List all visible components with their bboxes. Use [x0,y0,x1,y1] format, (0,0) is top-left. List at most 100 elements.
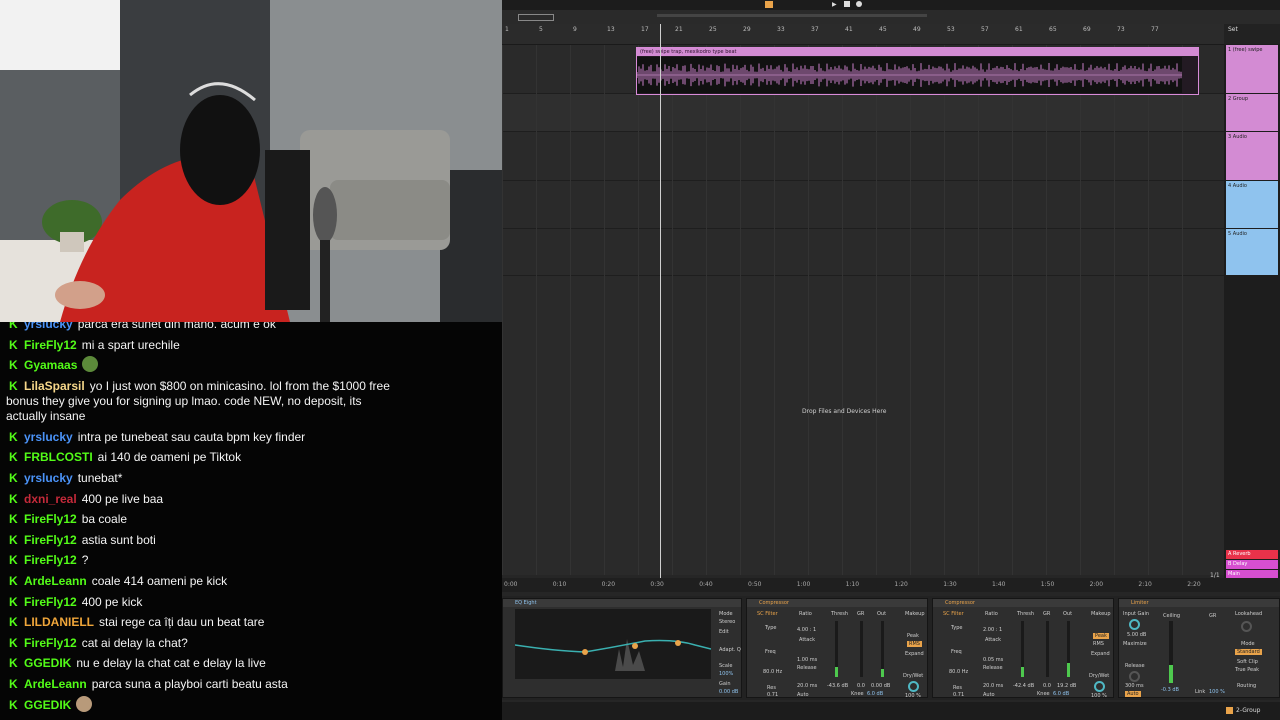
play-icon[interactable]: ▶ [832,1,837,8]
input-gain-value[interactable]: 5.00 dB [1127,632,1146,638]
true-peak-toggle[interactable]: True Peak [1235,667,1259,673]
ceiling-value[interactable]: -0.3 dB [1161,687,1179,693]
return-track-name[interactable]: Main [1228,571,1240,577]
chat-username[interactable]: yrslucky [24,322,73,331]
knee-value[interactable]: 6.0 dB [1053,691,1069,697]
return-track-header[interactable]: A Reverb [1226,550,1278,559]
chat-username[interactable]: Gyamaas [24,358,77,372]
maximize-button[interactable]: Maximize [1123,641,1147,647]
release-value[interactable]: 300 ms [1125,683,1144,689]
ceiling-meter[interactable] [1169,621,1173,683]
thresh-value[interactable]: -43.6 dB [827,683,848,689]
return-track-name[interactable]: A Reverb [1228,551,1251,557]
thresh-meter[interactable] [835,621,838,677]
attack-value[interactable]: 1.00 ms [797,657,817,663]
track-name[interactable]: 5 Audio [1228,231,1247,237]
out-value[interactable]: 19.2 dB [1057,683,1076,689]
compressor-device-1[interactable]: Compressor SC Filter Type Freq 80.0 Hz R… [746,598,928,699]
freq-value[interactable]: 80.0 Hz [949,669,968,675]
track-header[interactable]: 2 Group [1226,94,1278,131]
chat-username[interactable]: FireFly12 [24,553,77,567]
out-meter[interactable] [1067,621,1070,677]
out-meter[interactable] [881,621,884,677]
makeup-label[interactable]: Makeup [905,611,925,617]
loop-brace[interactable] [518,14,554,21]
chat-username[interactable]: FireFly12 [24,533,77,547]
chat-username[interactable]: FireFly12 [24,512,77,526]
eq-scale-value[interactable]: 100% [719,671,733,677]
eq-curve-display[interactable] [515,609,711,679]
peak-toggle[interactable]: Peak [1093,633,1109,639]
sc-filter-toggle[interactable]: SC Filter [757,611,778,617]
arrangement-view[interactable] [502,45,1224,575]
chat-username[interactable]: LilaSparsil [24,379,85,393]
overview-bar[interactable] [502,10,1280,24]
track-name[interactable]: 3 Audio [1228,134,1247,140]
track-name[interactable]: 4 Audio [1228,183,1247,189]
eq-adapt-q[interactable]: Adapt. Q [719,647,741,653]
release-value[interactable]: 20.0 ms [797,683,817,689]
compressor-device-2[interactable]: Compressor SC Filter Type Freq 80.0 Hz R… [932,598,1114,699]
res-value[interactable]: 0.71 [767,692,778,698]
playhead[interactable] [660,24,661,584]
out-value[interactable]: 0.00 dB [871,683,890,689]
chat-username[interactable]: FireFly12 [24,338,77,352]
makeup-label[interactable]: Makeup [1091,611,1111,617]
attack-value[interactable]: 0.05 ms [983,657,1003,663]
drywet-knob[interactable] [908,681,919,692]
track-header[interactable]: 5 Audio [1226,229,1278,275]
chat-username[interactable]: ArdeLeann [24,574,87,588]
eq-gain-value[interactable]: 0.00 dB [719,689,738,695]
chat-username[interactable]: dxni_real [24,492,77,506]
thresh-meter[interactable] [1021,621,1024,677]
ratio-value[interactable]: 2.00 : 1 [983,627,1002,633]
mode-value[interactable]: Standard [1235,649,1262,655]
drywet-knob[interactable] [1094,681,1105,692]
thresh-value[interactable]: -42.4 dB [1013,683,1034,689]
track-lane[interactable] [502,229,1224,276]
chat-username[interactable]: FRBLCOSTI [24,450,93,464]
drywet-value[interactable]: 100 % [905,693,921,699]
track-name[interactable]: 1 (free) swipe [1228,47,1262,53]
selected-track-name[interactable]: 2-Group [1236,707,1260,714]
auto-toggle[interactable]: Auto [983,692,995,698]
record-icon[interactable] [856,1,862,7]
return-track-header[interactable]: B Delay [1226,560,1278,569]
eq-eight-device[interactable]: EQ Eight Mode Stereo Edit Adapt. Q Scale… [502,598,742,698]
knee-value[interactable]: 6.0 dB [867,691,883,697]
chat-username[interactable]: yrslucky [24,430,73,444]
freq-value[interactable]: 80.0 Hz [763,669,782,675]
track-header[interactable]: 4 Audio [1226,181,1278,228]
expand-toggle[interactable]: Expand [1091,651,1110,657]
chat-username[interactable]: yrslucky [24,471,73,485]
limiter-device[interactable]: Limiter Input Gain 5.00 dB Maximize Rele… [1118,598,1280,698]
arrangement-toggle[interactable] [765,1,773,8]
ratio-value[interactable]: 4.00 : 1 [797,627,816,633]
peak-toggle[interactable]: Peak [907,633,919,639]
track-lane[interactable] [502,132,1224,181]
track-header[interactable]: 1 (free) swipe [1226,45,1278,93]
release-value[interactable]: 20.0 ms [983,683,1003,689]
expand-toggle[interactable]: Expand [905,651,924,657]
set-label[interactable]: Set [1228,26,1238,33]
chat-username[interactable]: ArdeLeann [24,677,87,691]
beat-ruler[interactable]: 1 5 9 13 17 21 25 29 33 37 41 45 49 53 57 61 65 69 73 77 [502,24,1224,45]
lookahead-knob[interactable] [1241,621,1252,632]
drywet-value[interactable]: 100 % [1091,693,1107,699]
stop-icon[interactable] [844,1,850,7]
chat-username[interactable]: GGEDIK [24,698,71,712]
res-value[interactable]: 0.71 [953,692,964,698]
track-name[interactable]: 2 Group [1228,96,1248,102]
eq-mode-value[interactable]: Stereo [719,619,735,625]
chat-username[interactable]: LILDANIELL [24,615,94,629]
auto-toggle[interactable]: Auto [797,692,809,698]
track-header[interactable]: 3 Audio [1226,132,1278,180]
sc-filter-toggle[interactable]: SC Filter [943,611,964,617]
eq-edit[interactable]: Edit [719,629,729,635]
input-gain-knob[interactable] [1129,619,1140,630]
chat-username[interactable]: FireFly12 [24,636,77,650]
return-track-name[interactable]: B Delay [1228,561,1247,567]
time-ruler[interactable]: 0:00 0:10 0:20 0:30 0:40 0:50 1:00 1:10 1:20 1:30… [502,578,1280,592]
track-lane[interactable] [502,94,1224,132]
rms-toggle[interactable]: RMS [907,641,922,647]
